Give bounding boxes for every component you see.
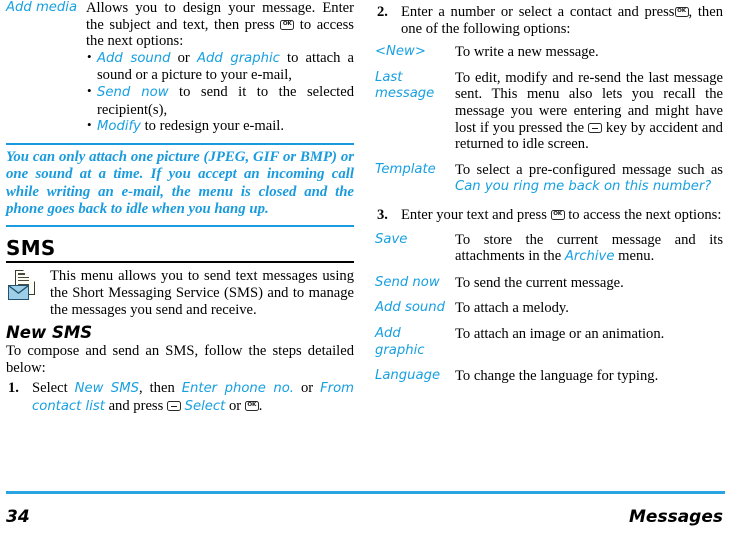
envelope-icon <box>8 285 29 301</box>
option-label-add-graphic[interactable]: Add graphic <box>375 317 455 359</box>
step-2: 2. Enter a number or select a contact an… <box>375 4 723 37</box>
step-2-t1: Enter a number or select a contact and p… <box>401 4 675 20</box>
option-description-add-media: Allows you to design your message. Enter… <box>86 0 354 136</box>
softkey-icon <box>166 400 181 411</box>
option-description-new: To write a new message. <box>455 44 599 61</box>
options-table-step-3: Save To store the current message and it… <box>375 232 723 385</box>
link-select[interactable]: Select <box>185 399 226 414</box>
link-archive[interactable]: Archive <box>565 249 615 264</box>
sms-message-icon <box>8 270 42 306</box>
table-row: Save To store the current message and it… <box>375 232 723 266</box>
ok-key-icon <box>674 7 689 17</box>
table-row: Last message To edit, modify and re-send… <box>375 61 723 153</box>
template-example-text: Can you ring me back on this number? <box>455 179 712 195</box>
template-desc-pre: To select a pre-configured message such … <box>455 161 723 178</box>
page-number: 34 <box>6 507 30 527</box>
page-footer: 34 Messages <box>6 507 723 527</box>
option-description-add-sound: To attach a melody. <box>455 300 569 317</box>
sms-intro-block: This menu allows you to send text messag… <box>6 268 354 318</box>
step-1-t4: and press <box>108 397 164 414</box>
list-item: Add sound or Add graphic to attach a sou… <box>86 49 354 84</box>
step-1-t1: Select <box>32 380 68 397</box>
bullet-mid-0: or <box>177 49 190 66</box>
right-column: 2. Enter a number or select a contact an… <box>375 0 723 385</box>
ok-key-icon <box>280 19 295 30</box>
sms-intro-text: This menu allows you to send text messag… <box>50 268 354 318</box>
step-1-t5: or <box>228 397 242 414</box>
softkey-icon <box>588 122 603 133</box>
save-desc-post: menu. <box>618 248 655 265</box>
bullet-link-modify[interactable]: Modify <box>97 119 141 134</box>
bullet-link-add-sound[interactable]: Add sound <box>97 51 170 66</box>
option-label-new[interactable]: <New> <box>375 44 455 61</box>
page-subtitle-new-sms: New SMS <box>6 323 93 343</box>
option-description-send-now: To send the current message. <box>455 274 624 291</box>
options-table-step-2: <New> To write a new message. Last messa… <box>375 44 723 196</box>
option-label-add-media: Add media <box>6 0 78 15</box>
step-1-t3: or <box>300 380 314 397</box>
add-media-bullet-list: Add sound or Add graphic to attach a sou… <box>86 49 354 136</box>
option-label-template[interactable]: Template <box>375 153 455 196</box>
option-label-send-now[interactable]: Send now <box>375 266 455 292</box>
option-description-template: To select a pre-configured message such … <box>455 153 723 196</box>
table-row: Add graphic To attach an image or an ani… <box>375 317 723 359</box>
divider-below-note <box>6 225 354 228</box>
divider-under-sms-heading <box>6 261 354 264</box>
table-row: Send now To send the current message. <box>375 266 723 292</box>
step-1-t6: . <box>258 397 263 414</box>
option-label-save[interactable]: Save <box>375 232 455 266</box>
link-new-sms[interactable]: New SMS <box>75 381 139 396</box>
ok-key-icon <box>550 209 565 220</box>
step-3-t1: Enter your text and press <box>401 206 547 223</box>
option-description-save: To store the current message and its att… <box>455 232 723 266</box>
table-row: Add media Allows you to design your mess… <box>6 0 354 136</box>
note-paragraph: You can only attach one picture (JPEG, G… <box>6 148 354 217</box>
step-3: 3. Enter your text and press to access t… <box>375 207 723 224</box>
add-media-definition-table: Add media Allows you to design your mess… <box>6 0 354 136</box>
option-description-language: To change the language for typing. <box>455 368 659 385</box>
bullet-link-add-graphic[interactable]: Add graphic <box>197 51 280 66</box>
option-label-last-message[interactable]: Last message <box>375 61 455 153</box>
list-item: Modify to redesign your e-mail. <box>86 117 354 136</box>
step-1-number: 1. <box>8 380 19 397</box>
divider-above-note <box>6 142 354 145</box>
manual-page: Add media Allows you to design your mess… <box>0 0 731 534</box>
step-1: 1. Select New SMS, then Enter phone no. … <box>6 380 354 415</box>
list-item: Send now to send it to the selected reci… <box>86 83 354 118</box>
new-sms-intro: To compose and send an SMS, follow the s… <box>6 343 354 376</box>
envelope-flap-icon <box>8 285 29 295</box>
option-label-language[interactable]: Language <box>375 359 455 385</box>
link-enter-phone-no[interactable]: Enter phone no. <box>182 381 294 396</box>
bullet-link-send-now[interactable]: Send now <box>97 85 169 100</box>
table-row: <New> To write a new message. <box>375 44 723 61</box>
table-row: Add sound To attach a melody. <box>375 291 723 317</box>
step-1-t2: , then <box>139 380 175 397</box>
footer-divider <box>6 491 725 494</box>
table-row: Language To change the language for typi… <box>375 359 723 385</box>
option-label-add-sound[interactable]: Add sound <box>375 291 455 317</box>
ok-key-icon <box>244 400 259 411</box>
bullet-text-2: to redesign your e-mail. <box>144 118 285 135</box>
page-title-sms: SMS <box>6 236 56 261</box>
step-3-number: 3. <box>377 206 388 223</box>
option-description-add-graphic: To attach an image or an animation. <box>455 325 665 342</box>
step-2-number: 2. <box>377 4 388 20</box>
footer-section-name: Messages <box>629 507 723 527</box>
step-3-t2: to access the next options: <box>568 206 722 223</box>
option-description-last-message: To edit, modify and re-send the last mes… <box>455 61 723 153</box>
table-row: Template To select a pre-configured mess… <box>375 153 723 196</box>
left-column: Add media Allows you to design your mess… <box>6 0 354 416</box>
